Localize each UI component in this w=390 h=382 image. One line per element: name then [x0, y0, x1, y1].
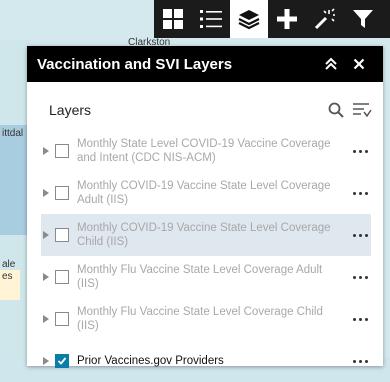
- map-label-city-3: es: [2, 271, 13, 282]
- layer-row[interactable]: Monthly Flu Vaccine State Level Coverage…: [41, 298, 371, 340]
- search-icon: [328, 102, 344, 118]
- add-data-icon: [277, 9, 297, 29]
- basemap-gallery-button[interactable]: [154, 0, 192, 38]
- layer-title: Monthly COVID-19 Vaccine State Level Cov…: [77, 222, 331, 248]
- add-data-button[interactable]: [268, 0, 306, 38]
- expand-caret-icon[interactable]: [41, 273, 51, 281]
- legend-button[interactable]: [192, 0, 230, 38]
- legend-icon: [200, 10, 222, 28]
- expand-caret-icon[interactable]: [41, 189, 51, 197]
- layer-title: Monthly State Level COVID-19 Vaccine Cov…: [77, 138, 331, 164]
- list-filter-icon: [353, 103, 372, 118]
- filter-button[interactable]: [344, 0, 382, 38]
- map-label-city-2: ale: [2, 259, 16, 270]
- section-title: Layers: [49, 102, 92, 118]
- search-button[interactable]: [325, 99, 347, 121]
- expand-caret-icon[interactable]: [41, 147, 51, 155]
- layer-row[interactable]: Monthly COVID-19 Vaccine State Level Cov…: [41, 214, 371, 256]
- layer-visibility-checkbox[interactable]: [55, 144, 69, 158]
- layer-row[interactable]: Monthly COVID-19 Vaccine State Level Cov…: [41, 172, 371, 214]
- collapse-button[interactable]: [317, 50, 345, 78]
- filter-layers-button[interactable]: [351, 99, 373, 121]
- panel-header: Vaccination and SVI Layers: [27, 46, 383, 82]
- expand-caret-icon[interactable]: [41, 357, 51, 365]
- map-water: [0, 125, 28, 235]
- analysis-button[interactable]: [306, 0, 344, 38]
- layer-row[interactable]: Monthly Flu Vaccine State Level Coverage…: [41, 256, 371, 298]
- magic-wand-icon: [314, 8, 335, 30]
- double-chevron-up-icon: [325, 57, 337, 70]
- panel-title: Vaccination and SVI Layers: [37, 55, 233, 73]
- layer-options-icon[interactable]: [349, 149, 371, 153]
- layers-section-header: Layers: [27, 90, 383, 130]
- layer-visibility-checkbox[interactable]: [55, 228, 69, 242]
- layer-title: Monthly COVID-19 Vaccine State Level Cov…: [77, 180, 331, 206]
- filter-icon: [353, 10, 373, 28]
- layer-list-panel: Vaccination and SVI Layers Layers Monthl…: [27, 46, 383, 368]
- layer-options-icon[interactable]: [349, 233, 371, 237]
- close-icon: [353, 58, 365, 70]
- layer-visibility-checkbox[interactable]: [55, 186, 69, 200]
- expand-caret-icon[interactable]: [41, 315, 51, 323]
- layer-list: Monthly State Level COVID-19 Vaccine Cov…: [27, 130, 383, 382]
- map-label-city: ittdal: [2, 128, 24, 139]
- layer-row[interactable]: Prior Vaccines.gov Providers: [41, 340, 371, 382]
- widget-toolbar: [154, 0, 390, 38]
- layers-icon: [238, 10, 260, 30]
- layer-title: Monthly Flu Vaccine State Level Coverage…: [77, 264, 323, 290]
- close-button[interactable]: [345, 50, 373, 78]
- basemap-gallery-icon: [163, 9, 183, 29]
- layer-options-icon[interactable]: [349, 191, 371, 195]
- layer-visibility-checkbox[interactable]: [55, 312, 69, 326]
- layer-visibility-checkbox[interactable]: [55, 354, 69, 368]
- layer-title: Monthly Flu Vaccine State Level Coverage…: [77, 306, 323, 332]
- layer-options-icon[interactable]: [349, 359, 371, 363]
- layer-title: Prior Vaccines.gov Providers: [77, 355, 224, 367]
- layer-row[interactable]: Monthly State Level COVID-19 Vaccine Cov…: [41, 130, 371, 172]
- layer-options-icon[interactable]: [349, 317, 371, 321]
- layers-button[interactable]: [230, 0, 268, 38]
- checkmark-icon: [57, 357, 67, 365]
- layer-options-icon[interactable]: [349, 275, 371, 279]
- expand-caret-icon[interactable]: [41, 231, 51, 239]
- layer-visibility-checkbox[interactable]: [55, 270, 69, 284]
